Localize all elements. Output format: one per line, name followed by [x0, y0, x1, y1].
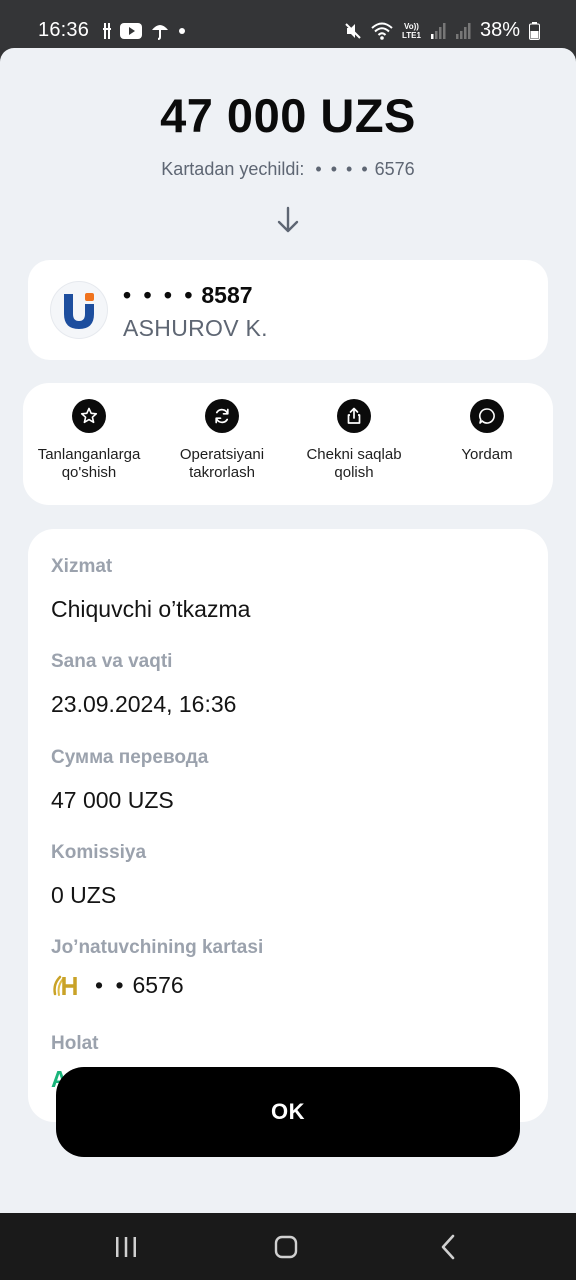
uzcard-logo-icon: [64, 293, 94, 329]
sender-card-mask: • •: [95, 972, 127, 998]
service-value: Chiquvchi o’tkazma: [51, 596, 251, 622]
fee-value: 0 UZS: [51, 882, 117, 908]
actions-card: Tanlanganlarga qo'shish Operatsiyani tak…: [23, 383, 553, 505]
sender-card-last4: 6576: [132, 972, 184, 998]
umbrella-icon: [152, 25, 168, 40]
sim-icon: [103, 23, 111, 39]
action-label: Operatsiyani takrorlash: [179, 446, 265, 481]
service-label: Xizmat: [51, 556, 113, 577]
action-label: Chekni saqlab qolish: [306, 446, 402, 481]
battery-percentage: 38%: [479, 19, 520, 41]
home-icon[interactable]: [271, 1233, 301, 1261]
status-label: Holat: [51, 1033, 99, 1054]
receipt-sheet: 47 000 UZS Kartadan yechildi: • • • • 65…: [0, 48, 576, 1213]
recipient-name: ASHUROV K.: [123, 315, 268, 341]
mute-icon: [345, 22, 361, 39]
navigation-bar: [0, 1213, 576, 1280]
sum-value: 47 000 UZS: [51, 787, 174, 813]
youtube-icon: [120, 23, 142, 39]
repeat-icon: [205, 399, 239, 433]
status-right-icons: Vo)) LTE1 38%: [344, 19, 540, 42]
recipient-card-last4: 8587: [201, 282, 253, 308]
details-card: Xizmat Chiquvchi o’tkazma Sana va vaqti …: [28, 529, 548, 1122]
repeat-operation-button[interactable]: Operatsiyani takrorlash: [152, 399, 292, 482]
debited-from-card: Kartadan yechildi: • • • • 6576: [0, 159, 576, 180]
humo-logo-icon: [53, 975, 77, 996]
wifi-icon: [371, 22, 393, 40]
status-left-icons: [103, 22, 186, 40]
recent-apps-icon[interactable]: [111, 1233, 141, 1261]
debited-card-number: 6576: [374, 159, 415, 179]
volte-icon: Vo)) LTE1: [402, 21, 421, 40]
sum-label: Сумма перевода: [51, 747, 209, 768]
transfer-amount: 47 000 UZS: [160, 89, 416, 142]
save-receipt-button[interactable]: Chekni saqlab qolish: [284, 399, 424, 482]
status-time: 16:36: [38, 19, 90, 41]
date-value: 23.09.2024, 16:36: [51, 691, 237, 717]
arrow-down-icon: [277, 206, 299, 233]
recipient-card-mask: • • • •: [123, 282, 196, 308]
status-bar: 16:36 Vo)) LTE1 38%: [0, 0, 576, 48]
sender-card-number: • • 6576: [95, 972, 184, 999]
action-label: Tanlanganlarga qo'shish: [37, 446, 141, 481]
debited-card-mask: • • • •: [315, 159, 370, 179]
fee-label: Komissiya: [51, 842, 147, 863]
date-label: Sana va vaqti: [51, 651, 173, 672]
help-button[interactable]: Yordam: [417, 399, 557, 464]
recipient-card-number: • • • • 8587: [123, 282, 253, 309]
signal-icon: [455, 22, 471, 39]
signal-icon: [430, 22, 446, 39]
star-icon: [72, 399, 106, 433]
debited-label: Kartadan yechildi:: [161, 159, 305, 179]
ok-button[interactable]: OK: [56, 1067, 520, 1157]
sender-card-label: Jo’natuvchining kartasi: [51, 937, 264, 958]
share-icon: [337, 399, 371, 433]
back-icon[interactable]: [433, 1233, 463, 1261]
add-to-favorites-button[interactable]: Tanlanganlarga qo'shish: [19, 399, 159, 482]
sender-card-row: • • 6576: [51, 972, 184, 999]
dot-icon: [179, 28, 185, 34]
action-label: Yordam: [461, 446, 513, 463]
battery-icon: [529, 21, 540, 40]
recipient-card[interactable]: • • • • 8587 ASHUROV K.: [28, 260, 548, 360]
chat-icon: [470, 399, 504, 433]
bank-logo: [51, 282, 107, 338]
